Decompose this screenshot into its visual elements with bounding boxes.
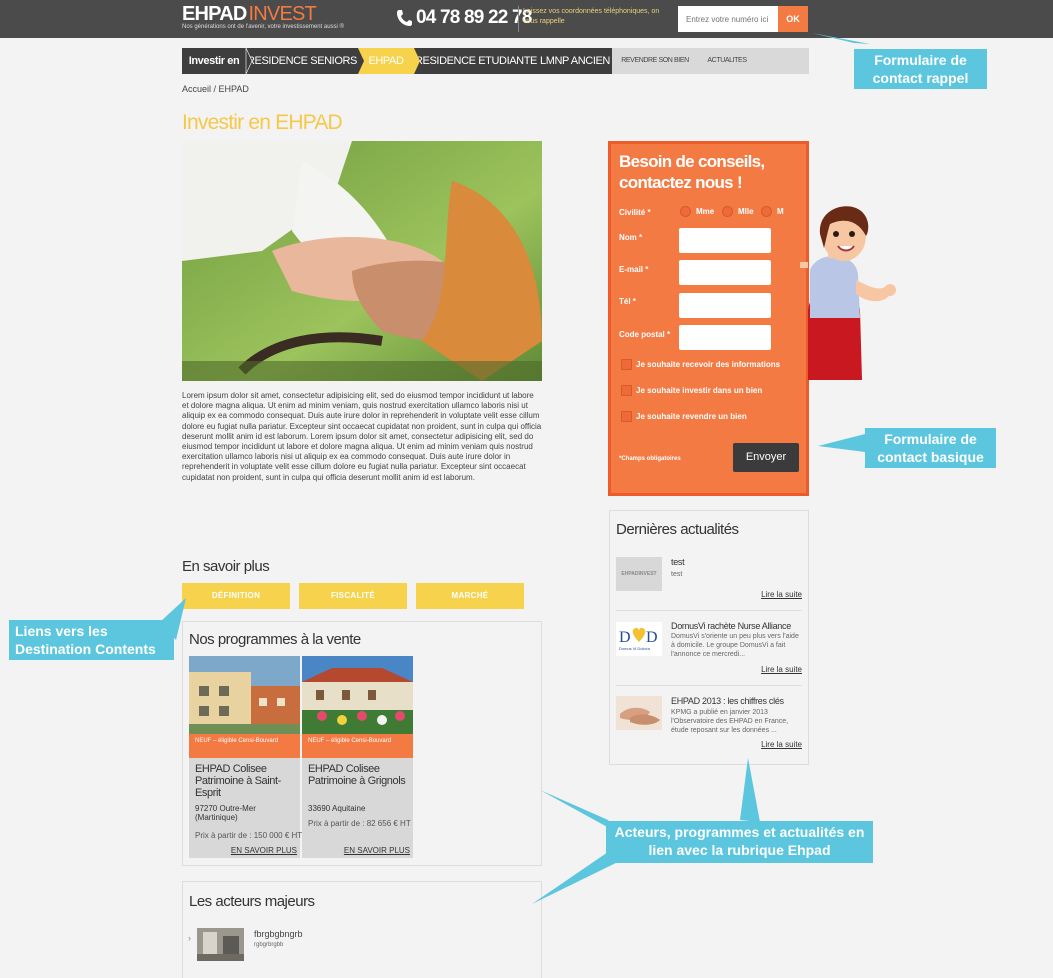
- program-image: [189, 656, 300, 734]
- actor-name[interactable]: fbrgbgbngrb: [254, 929, 303, 939]
- postal-input[interactable]: [679, 325, 771, 350]
- radio-mme[interactable]: [680, 206, 691, 217]
- checkbox-recevoir-informations[interactable]: [621, 359, 632, 370]
- annotation-callout-destination: Liens vers les Destination Contents: [9, 620, 174, 660]
- phone-icon: [397, 10, 412, 26]
- tel-input[interactable]: [679, 293, 771, 318]
- news-more-link[interactable]: Lire la suite: [761, 590, 802, 599]
- radio-mme-label: Mme: [696, 207, 715, 216]
- actors-title: Les acteurs majeurs: [189, 893, 315, 910]
- link-marche[interactable]: MARCHÉ: [416, 583, 524, 609]
- news-thumb-text: EHPADINVEST: [621, 571, 657, 577]
- civilite-label: Civilité *: [619, 208, 651, 217]
- program-name[interactable]: EHPAD Colisee Patrimoine à Saint-Esprit: [195, 763, 297, 799]
- news-item-text: KPMG a publié en janvier 2013 l'Observat…: [671, 709, 789, 734]
- news-item-title[interactable]: DomusVi rachète Nurse Alliance: [671, 621, 791, 631]
- program-price: Prix à partir de : 82 656 € HT: [308, 819, 411, 828]
- phone-number[interactable]: 04 78 89 22 78: [416, 7, 532, 29]
- program-more-link[interactable]: EN SAVOIR PLUS: [231, 846, 297, 855]
- chevron-right-icon: ›: [188, 933, 191, 943]
- radio-m[interactable]: [761, 206, 772, 217]
- actor-image[interactable]: [197, 928, 244, 961]
- callback-phone-input[interactable]: [678, 6, 778, 32]
- news-thumbnail[interactable]: D D Domus Vi Dolcéa: [616, 622, 662, 656]
- page-title: Investir en EHPAD: [182, 111, 343, 134]
- divider: [518, 6, 519, 32]
- email-input[interactable]: [679, 260, 771, 285]
- news-item-text: test: [671, 571, 683, 578]
- callback-note: Laissez vos coordonnées téléphoniques, o…: [523, 8, 660, 25]
- mascot-illustration: [800, 206, 896, 380]
- actor-subtitle: rgbgrbrgbb: [254, 942, 284, 948]
- svg-text:D: D: [646, 629, 658, 646]
- site-logo[interactable]: EHPAD INVEST: [182, 3, 317, 26]
- checkbox-label: Je souhaite revendre un bien: [636, 412, 747, 421]
- program-location: 33690 Aquitaine: [308, 804, 366, 813]
- postal-label: Code postal *: [619, 330, 671, 339]
- program-more-link[interactable]: EN SAVOIR PLUS: [344, 846, 410, 855]
- required-note: *Champs obligatoires: [619, 456, 681, 462]
- body-text: Lorem ipsum dolor sit amet, consectetur …: [182, 391, 542, 482]
- checkbox-label: Je souhaite recevoir des informations: [636, 360, 781, 369]
- checkbox-investir[interactable]: [621, 385, 632, 396]
- programs-title: Nos programmes à la vente: [189, 631, 361, 648]
- news-more-link[interactable]: Lire la suite: [761, 665, 802, 674]
- news-thumbnail[interactable]: EHPADINVEST: [616, 557, 662, 591]
- divider: [616, 610, 802, 611]
- program-name[interactable]: EHPAD Colisee Patrimoine à Grignols: [308, 763, 410, 787]
- checkbox-label: Je souhaite investir dans un bien: [636, 386, 763, 395]
- news-item-title[interactable]: test: [671, 557, 685, 567]
- logo-main-text: EHPAD: [182, 3, 247, 25]
- nom-input[interactable]: [679, 228, 771, 253]
- program-image: [302, 656, 413, 734]
- program-card[interactable]: NEUF – éligible Censi-Bouvard EHPAD Coli…: [302, 656, 413, 858]
- link-fiscalite[interactable]: FISCALITÉ: [299, 583, 407, 609]
- breadcrumb[interactable]: Accueil / EHPAD: [182, 84, 249, 94]
- email-label: E-mail *: [619, 265, 649, 274]
- news-more-link[interactable]: Lire la suite: [761, 740, 802, 749]
- nom-label: Nom *: [619, 233, 643, 242]
- submit-button[interactable]: Envoyer: [733, 443, 799, 472]
- program-tag: NEUF – éligible Censi-Bouvard: [302, 734, 413, 758]
- radio-m-label: M: [777, 207, 784, 216]
- link-definition[interactable]: DÉFINITION: [182, 583, 290, 609]
- hero-image: [182, 141, 542, 381]
- checkbox-revendre[interactable]: [621, 411, 632, 422]
- news-title: Dernières actualités: [616, 521, 739, 538]
- logo-tagline: Nos générations ont de l'avenir, votre i…: [182, 24, 344, 30]
- program-card[interactable]: NEUF – éligible Censi-Bouvard EHPAD Coli…: [189, 656, 303, 858]
- program-location: 97270 Outre-Mer (Martinique): [195, 804, 256, 822]
- logo-accent-text: INVEST: [248, 3, 317, 25]
- program-price: Prix à partir de : 150 000 € HT: [195, 831, 303, 840]
- callback-ok-button[interactable]: OK: [778, 6, 808, 32]
- nav-arrows: [245, 48, 420, 74]
- news-thumbnail[interactable]: [616, 696, 662, 730]
- radio-mlle-label: Mlle: [738, 207, 754, 216]
- news-item-text: DomusVi s'oriente un peu plus vers l'aid…: [671, 633, 799, 658]
- annotation-callout-rappel: Formulaire de contact rappel: [854, 49, 987, 89]
- program-tag: NEUF – éligible Censi-Bouvard: [189, 734, 300, 758]
- annotation-callout-acteurs: Acteurs, programmes et actualités en lie…: [606, 821, 873, 863]
- savoir-plus-title: En savoir plus: [182, 558, 270, 575]
- divider: [616, 685, 802, 686]
- main-nav: Investir en RESIDENCE SENIORS EHPAD RESI…: [182, 48, 809, 74]
- svg-text:D: D: [619, 629, 631, 646]
- tel-label: Tél *: [619, 297, 636, 306]
- contact-form-title: Besoin de conseils, contactez nous !: [619, 152, 765, 192]
- annotation-callout-basique: Formulaire de contact basique: [865, 428, 996, 468]
- news-item-title[interactable]: EHPAD 2013 : les chiffres clés: [671, 696, 784, 706]
- radio-mlle[interactable]: [722, 206, 733, 217]
- news-thumb-text: Domus Vi Dolcéa: [619, 646, 650, 651]
